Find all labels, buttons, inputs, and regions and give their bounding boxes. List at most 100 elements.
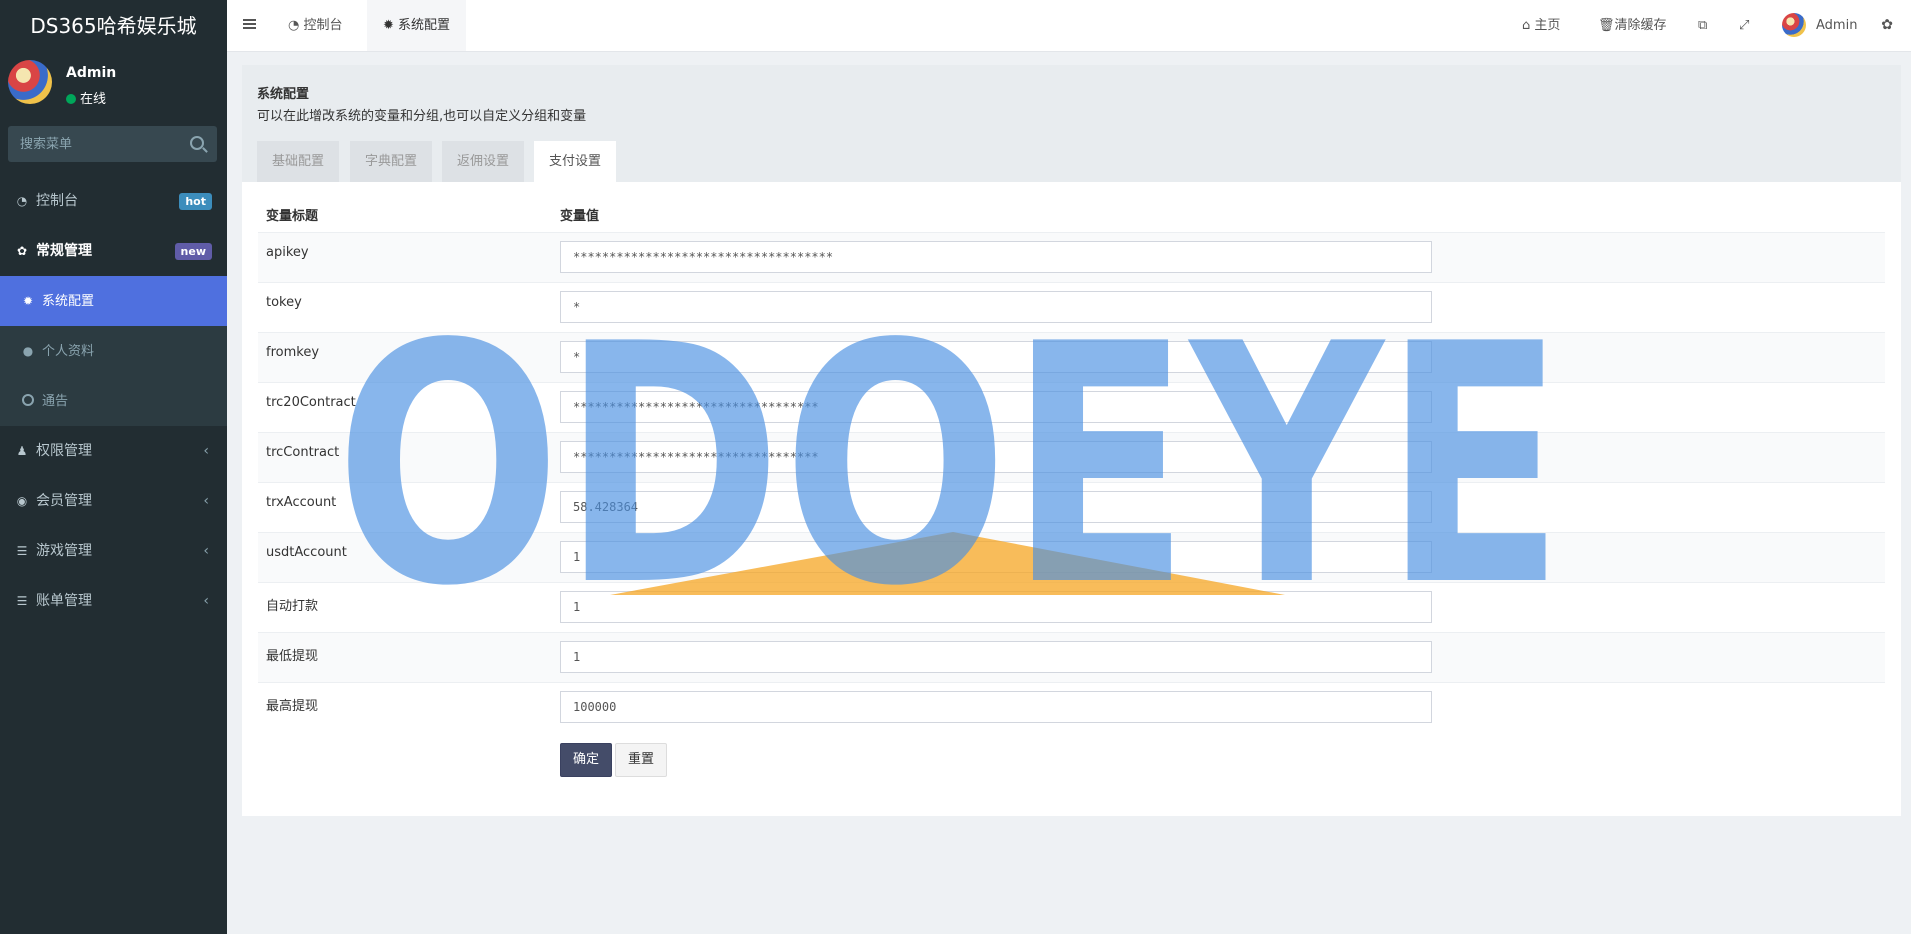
config-row: 最低提现 (258, 632, 1885, 683)
circle-icon (20, 376, 36, 426)
config-row-label: 最高提现 (266, 699, 319, 714)
user-status: 在线 (66, 88, 106, 107)
config-row-label: tokey (266, 295, 302, 310)
chevron-left-icon: ‹ (203, 543, 209, 559)
sidebar-item-dashboard[interactable]: ◔ 控制台 hot (0, 176, 227, 226)
user-icon: ● (22, 344, 34, 358)
avatar (1782, 13, 1806, 37)
column-header-title: 变量标题 (266, 209, 319, 224)
online-dot-icon (66, 94, 76, 104)
list-icon: ☰ (16, 544, 28, 558)
config-row: apikey (258, 232, 1885, 283)
sidebar-item-label: 控制台 (36, 193, 78, 209)
status-text: 在线 (80, 92, 107, 107)
gear-icon: ✹ (383, 18, 399, 33)
tab-commission-settings[interactable]: 返佣设置 (442, 141, 525, 182)
reset-button[interactable]: 重置 (615, 743, 668, 777)
tab-dict-config[interactable]: 字典配置 (350, 141, 433, 182)
config-value-input[interactable] (560, 541, 1432, 573)
config-row: 最高提现 (258, 682, 1885, 733)
cogs-icon: ✿ (16, 244, 28, 258)
config-row-label: 最低提现 (266, 649, 319, 664)
user-menu[interactable]: Admin (1782, 0, 1857, 51)
sidebar-item-profile[interactable]: ● 个人资料 (0, 326, 227, 376)
chevron-left-icon: ‹ (203, 493, 209, 509)
sidebar-item-general[interactable]: ✿ 常规管理 new (0, 226, 227, 276)
user-circle-icon: ◉ (16, 494, 28, 508)
confirm-button[interactable]: 确定 (560, 743, 613, 777)
tab-dashboard[interactable]: ◔ 控制台 (272, 0, 359, 51)
home-link[interactable]: ⌂ 主页 (1522, 0, 1560, 51)
config-value-input[interactable] (560, 591, 1432, 623)
tab-basic-config[interactable]: 基础配置 (257, 141, 340, 182)
top-navbar: ◔ 控制台 ✹ 系统配置 ⌂ 主页 🗑清除缓存 ⧉ ⤢ Admin ✿ (227, 0, 1911, 52)
config-row-label: trc20Contract (266, 395, 356, 410)
config-form: 变量标题 变量值 apikey tokey fromkey trc20Contract… (242, 182, 1901, 816)
config-row-label: trxAccount (266, 495, 337, 510)
new-badge: new (174, 243, 212, 260)
sidebar-item-system-config[interactable]: ✹ 系统配置 (0, 276, 227, 326)
tab-label: 系统配置 (398, 18, 451, 33)
config-row-label: 自动打款 (266, 599, 319, 614)
config-row: 自动打款 (258, 582, 1885, 633)
list-icon: ☰ (16, 594, 28, 608)
brand-logo[interactable]: DS365哈希娱乐城 (0, 0, 227, 52)
config-value-input[interactable] (560, 641, 1432, 673)
page-title: 系统配置 (257, 87, 310, 102)
menu-search-input[interactable] (8, 126, 202, 162)
sidebar-item-label: 会员管理 (36, 493, 92, 509)
config-row: trc20Contract (258, 382, 1885, 433)
sidebar-item-member[interactable]: ◉ 会员管理 ‹ (0, 476, 227, 526)
clear-cache-label: 清除缓存 (1614, 18, 1667, 33)
fullscreen-icon[interactable]: ⤢ (1739, 0, 1749, 51)
config-row: trcContract (258, 432, 1885, 483)
menu-search (8, 126, 217, 162)
config-row-label: usdtAccount (266, 545, 347, 560)
sidebar-item-label: 权限管理 (36, 443, 92, 459)
sidebar-menu: ◔ 控制台 hot ✿ 常规管理 new ✹ 系统配置 ● 个人资料 通告 ♟ 权限管理 … (0, 176, 227, 626)
tab-system-config[interactable]: ✹ 系统配置 (367, 0, 467, 51)
home-label: 主页 (1534, 18, 1561, 33)
config-value-input[interactable] (560, 241, 1432, 273)
config-value-input[interactable] (560, 391, 1432, 423)
config-value-input[interactable] (560, 491, 1432, 523)
sidebar-item-label: 系统配置 (42, 294, 95, 309)
group-icon: ♟ (16, 444, 28, 458)
settings-gears-icon[interactable]: ✿ (1881, 0, 1893, 51)
config-row: tokey (258, 282, 1885, 333)
config-value-input[interactable] (560, 441, 1432, 473)
language-icon[interactable]: ⧉ (1698, 0, 1707, 51)
search-icon[interactable] (190, 136, 204, 150)
dashboard-icon: ◔ (16, 194, 28, 208)
page-description: 可以在此增改系统的变量和分组,也可以自定义分组和变量 (257, 109, 587, 124)
config-row: trxAccount (258, 482, 1885, 533)
chevron-left-icon: ‹ (203, 593, 209, 609)
avatar (8, 60, 52, 104)
chevron-left-icon: ‹ (203, 443, 209, 459)
general-submenu: ✹ 系统配置 ● 个人资料 通告 (0, 276, 227, 426)
clear-cache-button[interactable]: 🗑清除缓存 (1598, 0, 1667, 51)
user-name: Admin (66, 65, 117, 81)
config-row-label: trcContract (266, 445, 340, 460)
user-panel: Admin 在线 (0, 52, 227, 122)
sidebar: DS365哈希娱乐城 Admin 在线 ◔ 控制台 hot ✿ 常规管理 new ✹… (0, 0, 227, 934)
config-value-input[interactable] (560, 691, 1432, 723)
sidebar-item-notice[interactable]: 通告 (0, 376, 227, 426)
config-value-input[interactable] (560, 341, 1432, 373)
tab-payment-settings[interactable]: 支付设置 (534, 141, 617, 182)
trash-icon: 🗑 (1598, 18, 1615, 33)
column-header-value: 变量值 (560, 209, 600, 224)
tab-label: 控制台 (303, 18, 343, 33)
hot-badge: hot (179, 193, 212, 210)
sidebar-item-bill[interactable]: ☰ 账单管理 ‹ (0, 576, 227, 626)
sidebar-item-label: 个人资料 (42, 344, 95, 359)
config-row: fromkey (258, 332, 1885, 383)
sidebar-item-auth[interactable]: ♟ 权限管理 ‹ (0, 426, 227, 476)
config-value-input[interactable] (560, 291, 1432, 323)
config-row-label: apikey (266, 245, 309, 260)
gear-icon: ✹ (22, 294, 34, 308)
user-menu-label: Admin (1816, 18, 1858, 33)
sidebar-toggle-icon[interactable] (243, 19, 256, 21)
sidebar-item-label: 常规管理 (36, 243, 92, 259)
sidebar-item-game[interactable]: ☰ 游戏管理 ‹ (0, 526, 227, 576)
